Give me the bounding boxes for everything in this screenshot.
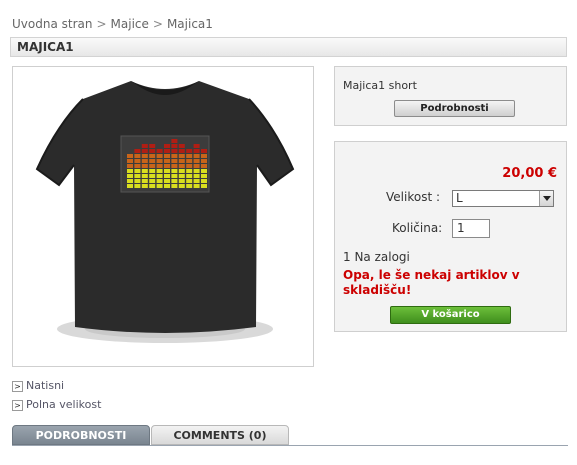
breadcrumb-category-link[interactable]: Majice xyxy=(111,17,149,31)
tab-comments[interactable]: COMMENTS (0) xyxy=(151,425,289,445)
breadcrumb-current: Majica1 xyxy=(166,17,213,31)
short-description: Majica1 short xyxy=(343,79,417,92)
size-label: Velikost : xyxy=(386,190,441,204)
arrow-right-icon: > xyxy=(12,380,23,392)
details-button[interactable]: Podrobnosti xyxy=(394,100,515,117)
arrow-right-icon: > xyxy=(12,399,23,411)
breadcrumb-separator: > xyxy=(96,17,107,31)
product-image-frame[interactable] xyxy=(12,66,314,367)
purchase-panel: 20,00 € Velikost : L Količina: 1 1 Na za… xyxy=(334,141,567,332)
add-to-cart-button[interactable]: V košarico xyxy=(390,306,511,324)
full-size-link[interactable]: > Polna velikost xyxy=(12,398,101,411)
quantity-label: Količina: xyxy=(392,221,443,235)
print-link[interactable]: > Natisni xyxy=(12,379,64,392)
print-link-label[interactable]: Natisni xyxy=(26,379,64,392)
full-size-link-label[interactable]: Polna velikost xyxy=(26,398,101,411)
product-image xyxy=(35,81,295,343)
breadcrumb-separator: > xyxy=(152,17,163,31)
breadcrumb-home-link[interactable]: Uvodna stran xyxy=(12,17,92,31)
size-selected-value: L xyxy=(456,191,463,205)
product-title: MAJICA1 xyxy=(17,40,74,54)
stock-status: 1 Na zalogi xyxy=(343,250,410,264)
size-select[interactable]: L xyxy=(452,190,554,207)
tab-details[interactable]: PODROBNOSTI xyxy=(12,425,150,445)
chevron-down-icon[interactable] xyxy=(539,191,553,206)
tab-underline xyxy=(12,445,568,446)
quantity-input[interactable]: 1 xyxy=(452,219,490,238)
price: 20,00 € xyxy=(502,166,557,181)
stock-warning: Opa, le še nekaj artiklov v skladišču! xyxy=(343,268,520,297)
breadcrumb: Uvodna stran > Majice > Majica1 xyxy=(12,17,213,31)
product-title-bar: MAJICA1 xyxy=(10,37,567,57)
short-description-panel: Majica1 short Podrobnosti xyxy=(334,66,567,126)
